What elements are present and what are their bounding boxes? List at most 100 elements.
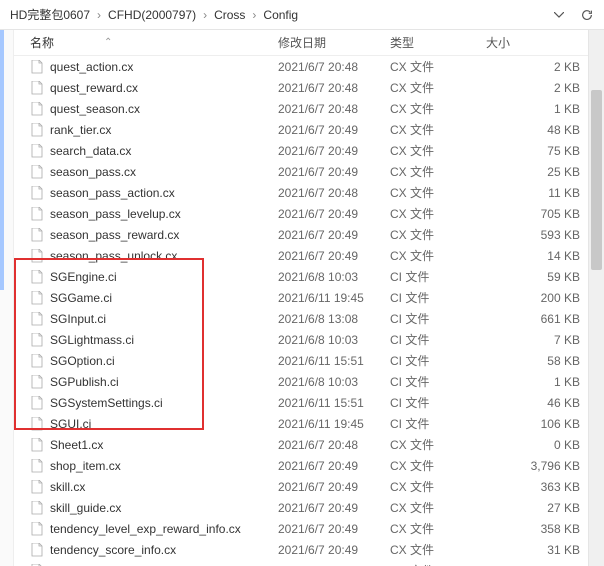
table-row[interactable]: skill_guide.cx2021/6/7 20:49CX 文件27 KB bbox=[14, 497, 604, 518]
file-date: 2021/6/7 20:48 bbox=[278, 186, 390, 200]
file-size: 2 KB bbox=[486, 60, 604, 74]
file-icon bbox=[30, 543, 44, 557]
table-row[interactable]: quest_season.cx2021/6/7 20:48CX 文件1 KB bbox=[14, 98, 604, 119]
refresh-icon[interactable] bbox=[576, 4, 598, 26]
file-size: 593 KB bbox=[486, 228, 604, 242]
file-icon bbox=[30, 165, 44, 179]
file-rows: quest_action.cx2021/6/7 20:48CX 文件2 KBqu… bbox=[14, 56, 604, 566]
table-row[interactable]: SGSystemSettings.ci2021/6/11 15:51CI 文件4… bbox=[14, 392, 604, 413]
file-icon bbox=[30, 312, 44, 326]
header-date[interactable]: 修改日期 bbox=[278, 34, 390, 51]
file-date: 2021/6/11 15:51 bbox=[278, 354, 390, 368]
file-type: CX 文件 bbox=[390, 205, 486, 222]
header-name[interactable]: 名称 ⌃ bbox=[30, 34, 278, 51]
file-icon bbox=[30, 81, 44, 95]
table-row[interactable]: SGOption.ci2021/6/11 15:51CI 文件58 KB bbox=[14, 350, 604, 371]
table-row[interactable]: quest_reward.cx2021/6/7 20:48CX 文件2 KB bbox=[14, 77, 604, 98]
file-name: season_pass_reward.cx bbox=[50, 228, 179, 242]
file-type: CX 文件 bbox=[390, 100, 486, 117]
file-date: 2021/6/7 20:49 bbox=[278, 228, 390, 242]
table-row[interactable]: season_pass_action.cx2021/6/7 20:48CX 文件… bbox=[14, 182, 604, 203]
scrollbar-thumb[interactable] bbox=[591, 90, 602, 270]
file-date: 2021/6/7 20:49 bbox=[278, 144, 390, 158]
table-row[interactable]: SGGame.ci2021/6/11 19:45CI 文件200 KB bbox=[14, 287, 604, 308]
breadcrumb-item[interactable]: Config bbox=[259, 0, 302, 29]
breadcrumb-bar: HD完整包0607 › CFHD(2000797) › Cross › Conf… bbox=[0, 0, 604, 30]
table-row[interactable]: rank_tier.cx2021/6/7 20:49CX 文件48 KB bbox=[14, 119, 604, 140]
table-row[interactable]: search_data.cx2021/6/7 20:49CX 文件75 KB bbox=[14, 140, 604, 161]
file-name: quest_season.cx bbox=[50, 102, 140, 116]
chevron-right-icon: › bbox=[200, 8, 210, 22]
breadcrumb-item[interactable]: CFHD(2000797) bbox=[104, 0, 200, 29]
file-size: 363 KB bbox=[486, 480, 604, 494]
table-row[interactable]: SGPublish.ci2021/6/8 10:03CI 文件1 KB bbox=[14, 371, 604, 392]
file-size: 31 KB bbox=[486, 543, 604, 557]
file-size: 14 KB bbox=[486, 249, 604, 263]
dropdown-icon[interactable] bbox=[548, 4, 570, 26]
column-headers: 名称 ⌃ 修改日期 类型 大小 bbox=[14, 30, 604, 56]
file-type: CX 文件 bbox=[390, 520, 486, 537]
file-type: CX 文件 bbox=[390, 163, 486, 180]
file-icon bbox=[30, 459, 44, 473]
file-icon bbox=[30, 123, 44, 137]
file-date: 2021/6/8 10:03 bbox=[278, 270, 390, 284]
chevron-right-icon: › bbox=[94, 8, 104, 22]
table-row[interactable]: season_pass_reward.cx2021/6/7 20:49CX 文件… bbox=[14, 224, 604, 245]
file-size: 200 KB bbox=[486, 291, 604, 305]
header-size[interactable]: 大小 bbox=[486, 34, 604, 51]
file-type: CX 文件 bbox=[390, 562, 486, 566]
table-row[interactable]: SGLightmass.ci2021/6/8 10:03CI 文件7 KB bbox=[14, 329, 604, 350]
table-row[interactable]: skill.cx2021/6/7 20:49CX 文件363 KB bbox=[14, 476, 604, 497]
table-row[interactable]: SGUI.ci2021/6/11 19:45CI 文件106 KB bbox=[14, 413, 604, 434]
file-name: rank_tier.cx bbox=[50, 123, 111, 137]
file-icon bbox=[30, 291, 44, 305]
header-name-label: 名称 bbox=[30, 34, 54, 51]
file-name: season_pass_action.cx bbox=[50, 186, 175, 200]
file-size: 3,796 KB bbox=[486, 459, 604, 473]
table-row[interactable]: Sheet1.cx2021/6/7 20:48CX 文件0 KB bbox=[14, 434, 604, 455]
file-icon bbox=[30, 438, 44, 452]
table-row[interactable]: season_pass_unlock.cx 2021/6/7 20:49CX 文件… bbox=[14, 245, 604, 266]
file-date: 2021/6/11 15:51 bbox=[278, 396, 390, 410]
file-date: 2021/6/7 20:49 bbox=[278, 165, 390, 179]
file-name: quest_reward.cx bbox=[50, 81, 138, 95]
breadcrumb-item[interactable]: HD完整包0607 bbox=[6, 0, 94, 29]
file-name: season_pass_unlock.cx bbox=[50, 249, 177, 263]
table-row[interactable]: season_pass.cx2021/6/7 20:49CX 文件25 KB bbox=[14, 161, 604, 182]
vertical-scrollbar[interactable] bbox=[588, 30, 604, 566]
table-row[interactable]: SGInput.ci2021/6/8 13:08CI 文件661 KB bbox=[14, 308, 604, 329]
file-date: 2021/6/8 13:08 bbox=[278, 312, 390, 326]
file-name: SGGame.ci bbox=[50, 291, 112, 305]
breadcrumb-item[interactable]: Cross bbox=[210, 0, 249, 29]
file-size: 1 KB bbox=[486, 375, 604, 389]
file-date: 2021/6/7 20:48 bbox=[278, 60, 390, 74]
file-type: CX 文件 bbox=[390, 58, 486, 75]
table-row[interactable]: season_pass_levelup.cx2021/6/7 20:49CX 文… bbox=[14, 203, 604, 224]
table-row[interactable]: TEXT_SGGame.cx2021/6/7 20:49CX 文件1,256 K… bbox=[14, 560, 604, 566]
file-icon bbox=[30, 396, 44, 410]
file-type: CX 文件 bbox=[390, 499, 486, 516]
file-name: SGInput.ci bbox=[50, 312, 106, 326]
file-name: shop_item.cx bbox=[50, 459, 121, 473]
file-icon bbox=[30, 522, 44, 536]
file-type: CX 文件 bbox=[390, 541, 486, 558]
table-row[interactable]: shop_item.cx2021/6/7 20:49CX 文件3,796 KB bbox=[14, 455, 604, 476]
table-row[interactable]: tendency_level_exp_reward_info.cx2021/6/… bbox=[14, 518, 604, 539]
file-size: 0 KB bbox=[486, 438, 604, 452]
file-size: 1 KB bbox=[486, 102, 604, 116]
file-type: CI 文件 bbox=[390, 310, 486, 327]
nav-tree-strip bbox=[0, 30, 14, 566]
table-row[interactable]: quest_action.cx2021/6/7 20:48CX 文件2 KB bbox=[14, 56, 604, 77]
file-type: CX 文件 bbox=[390, 247, 486, 264]
file-date: 2021/6/7 20:49 bbox=[278, 459, 390, 473]
file-date: 2021/6/8 10:03 bbox=[278, 333, 390, 347]
header-type[interactable]: 类型 bbox=[390, 34, 486, 51]
file-name: tendency_score_info.cx bbox=[50, 543, 176, 557]
file-size: 27 KB bbox=[486, 501, 604, 515]
file-icon bbox=[30, 417, 44, 431]
file-date: 2021/6/7 20:49 bbox=[278, 480, 390, 494]
table-row[interactable]: SGEngine.ci2021/6/8 10:03CI 文件59 KB bbox=[14, 266, 604, 287]
table-row[interactable]: tendency_score_info.cx2021/6/7 20:49CX 文… bbox=[14, 539, 604, 560]
file-date: 2021/6/7 20:49 bbox=[278, 249, 390, 263]
nav-accent bbox=[0, 30, 4, 290]
